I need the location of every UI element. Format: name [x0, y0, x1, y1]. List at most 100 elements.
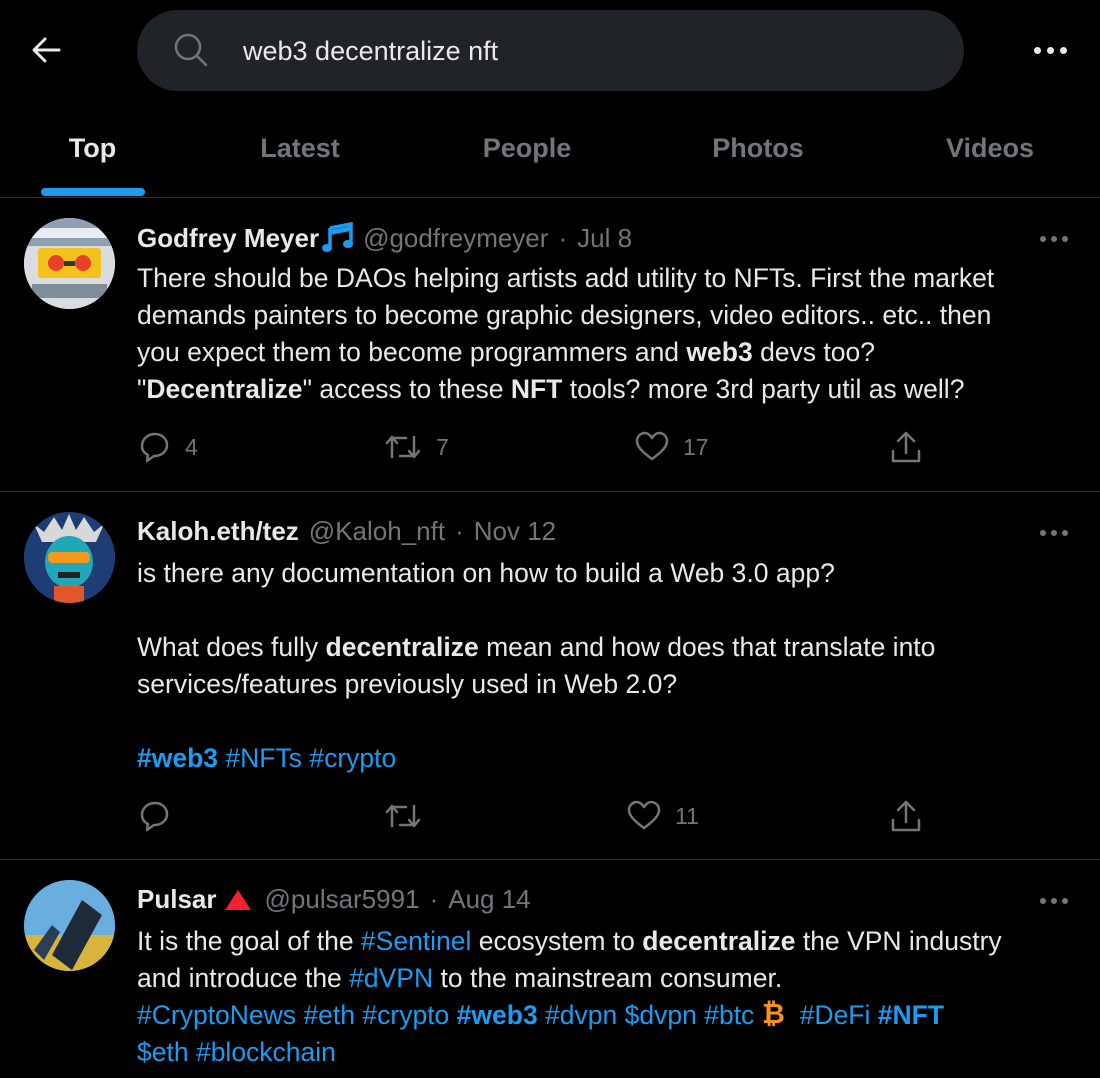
tweet-header: Godfrey Meyer @godfreymeyer · Jul 8: [137, 222, 632, 254]
retweet-icon: [385, 804, 421, 828]
text-line: There should be DAOs helping artists add…: [137, 263, 995, 293]
author-handle[interactable]: @Kaloh_nft: [309, 516, 445, 547]
author-name[interactable]: Kaloh.eth/tez: [137, 516, 299, 547]
highlight: NFT: [510, 374, 563, 404]
text-line: services/features previously used in Web…: [137, 669, 678, 699]
retweet-icon: [385, 435, 421, 459]
tweet-more-button[interactable]: [1040, 530, 1068, 536]
text-line: and introduce the #dVPN to the mainstrea…: [137, 963, 783, 993]
tweet-actions: 11: [137, 800, 937, 840]
retweet-count: 7: [436, 433, 449, 460]
reply-icon: [140, 801, 169, 832]
search-icon: [174, 33, 208, 67]
reply-button[interactable]: 4: [137, 431, 198, 463]
separator: ·: [558, 222, 568, 253]
more-icon: [1033, 46, 1041, 54]
tab-videos[interactable]: Videos: [910, 100, 1070, 197]
search-tabs: Top Latest People Photos Videos: [0, 100, 1100, 198]
hashtag-line: #CryptoNews #eth #crypto #web3 #dvpn $dv…: [137, 997, 1067, 1034]
tweet-header: Kaloh.eth/tez @Kaloh_nft · Nov 12: [137, 516, 556, 547]
share-button[interactable]: [889, 800, 923, 834]
text-line: you expect them to become programmers an…: [137, 337, 875, 367]
hashtag-link[interactable]: #btc: [704, 1000, 754, 1030]
author-handle[interactable]: @pulsar5991: [265, 884, 420, 915]
tweet[interactable]: Kaloh.eth/tez @Kaloh_nft · Nov 12 is the…: [0, 492, 1100, 860]
avatar-image: [24, 880, 115, 971]
red-triangle-icon: [224, 889, 251, 910]
tweet-actions: 4 7 17: [137, 431, 937, 471]
more-icon: [1040, 236, 1046, 242]
tweet-more-button[interactable]: [1040, 898, 1068, 904]
share-button[interactable]: [889, 431, 923, 465]
tweet[interactable]: Godfrey Meyer @godfreymeyer · Jul 8 Ther…: [0, 198, 1100, 492]
text-line: "Decentralize" access to these NFT tools…: [137, 374, 965, 404]
heart-icon: [627, 800, 661, 830]
active-tab-indicator: [41, 188, 145, 196]
tweet-date[interactable]: Jul 8: [577, 223, 632, 254]
hashtag-link[interactable]: #NFT: [878, 1000, 944, 1030]
hashtag-link[interactable]: #NFTs: [225, 743, 302, 773]
svg-text:₿: ₿: [762, 998, 785, 1028]
tweet[interactable]: Pulsar @pulsar5991 · Aug 14 It is the go…: [0, 860, 1100, 1078]
highlight: decentralize: [642, 926, 796, 956]
top-bar: [0, 0, 1100, 100]
like-count: 17: [683, 433, 709, 460]
back-button[interactable]: [22, 26, 70, 74]
tweet-date[interactable]: Nov 12: [474, 516, 556, 547]
tab-top[interactable]: Top: [20, 100, 165, 197]
avatar[interactable]: [24, 218, 115, 309]
cashtag-link[interactable]: $dvpn: [625, 1000, 697, 1030]
tab-latest[interactable]: Latest: [220, 100, 380, 197]
more-icon: [1040, 898, 1046, 904]
more-options-button[interactable]: [1018, 26, 1082, 74]
author-name[interactable]: Pulsar: [137, 884, 217, 915]
reply-icon: [140, 432, 169, 463]
tweet-date[interactable]: Aug 14: [448, 884, 530, 915]
hashtag-link[interactable]: #DeFi: [800, 1000, 871, 1030]
text-line: is there any documentation on how to bui…: [137, 558, 835, 588]
hashtag-link[interactable]: #dvpn: [545, 1000, 617, 1030]
tweet-text: There should be DAOs helping artists add…: [137, 260, 1067, 408]
hashtag-link[interactable]: #dVPN: [349, 963, 433, 993]
hashtag-link[interactable]: #eth: [303, 1000, 355, 1030]
search-box[interactable]: [137, 10, 964, 93]
tab-people[interactable]: People: [447, 100, 607, 197]
musical-note-icon: [322, 222, 354, 252]
retweet-button[interactable]: [384, 800, 436, 832]
reply-count: 4: [185, 433, 198, 460]
hashtag-link[interactable]: #crypto: [362, 1000, 449, 1030]
reply-button[interactable]: [137, 800, 185, 832]
separator: ·: [429, 884, 439, 914]
hashtag-line: #web3 #NFTs #crypto: [137, 740, 1067, 777]
hashtag-link[interactable]: #blockchain: [196, 1037, 336, 1067]
tweet-more-button[interactable]: [1040, 236, 1068, 242]
highlight: Decentralize: [146, 374, 303, 404]
avatar[interactable]: [24, 512, 115, 603]
hashtag-link[interactable]: #CryptoNews: [137, 1000, 296, 1030]
tweet-text: It is the goal of the #Sentinel ecosyste…: [137, 923, 1067, 1071]
text-line: What does fully decentralize mean and ho…: [137, 632, 936, 662]
share-icon: [891, 431, 921, 463]
retweet-button[interactable]: 7: [384, 431, 449, 463]
text-line: It is the goal of the #Sentinel ecosyste…: [137, 926, 1002, 956]
more-icon: [1040, 530, 1046, 536]
author-handle[interactable]: @godfreymeyer: [363, 223, 548, 254]
cashtag-link[interactable]: $eth: [137, 1037, 189, 1067]
avatar[interactable]: [24, 880, 115, 971]
author-name[interactable]: Godfrey Meyer: [137, 223, 319, 254]
hashtag-link[interactable]: #crypto: [309, 743, 396, 773]
avatar-image: [24, 512, 115, 603]
like-button[interactable]: 17: [635, 431, 709, 463]
separator: ·: [455, 516, 464, 546]
text-line: demands painters to become graphic desig…: [137, 300, 992, 330]
like-button[interactable]: 11: [627, 800, 699, 832]
share-icon: [891, 800, 921, 832]
search-input[interactable]: [241, 10, 925, 93]
tab-photos[interactable]: Photos: [678, 100, 838, 197]
hashtag-link[interactable]: #web3: [457, 1000, 538, 1030]
bitcoin-icon: ₿: [762, 997, 785, 1030]
like-count: 11: [675, 802, 699, 829]
hashtag-link[interactable]: #web3: [137, 743, 218, 773]
hashtag-link[interactable]: #Sentinel: [361, 926, 472, 956]
hashtag-line: $eth #blockchain: [137, 1034, 1067, 1071]
